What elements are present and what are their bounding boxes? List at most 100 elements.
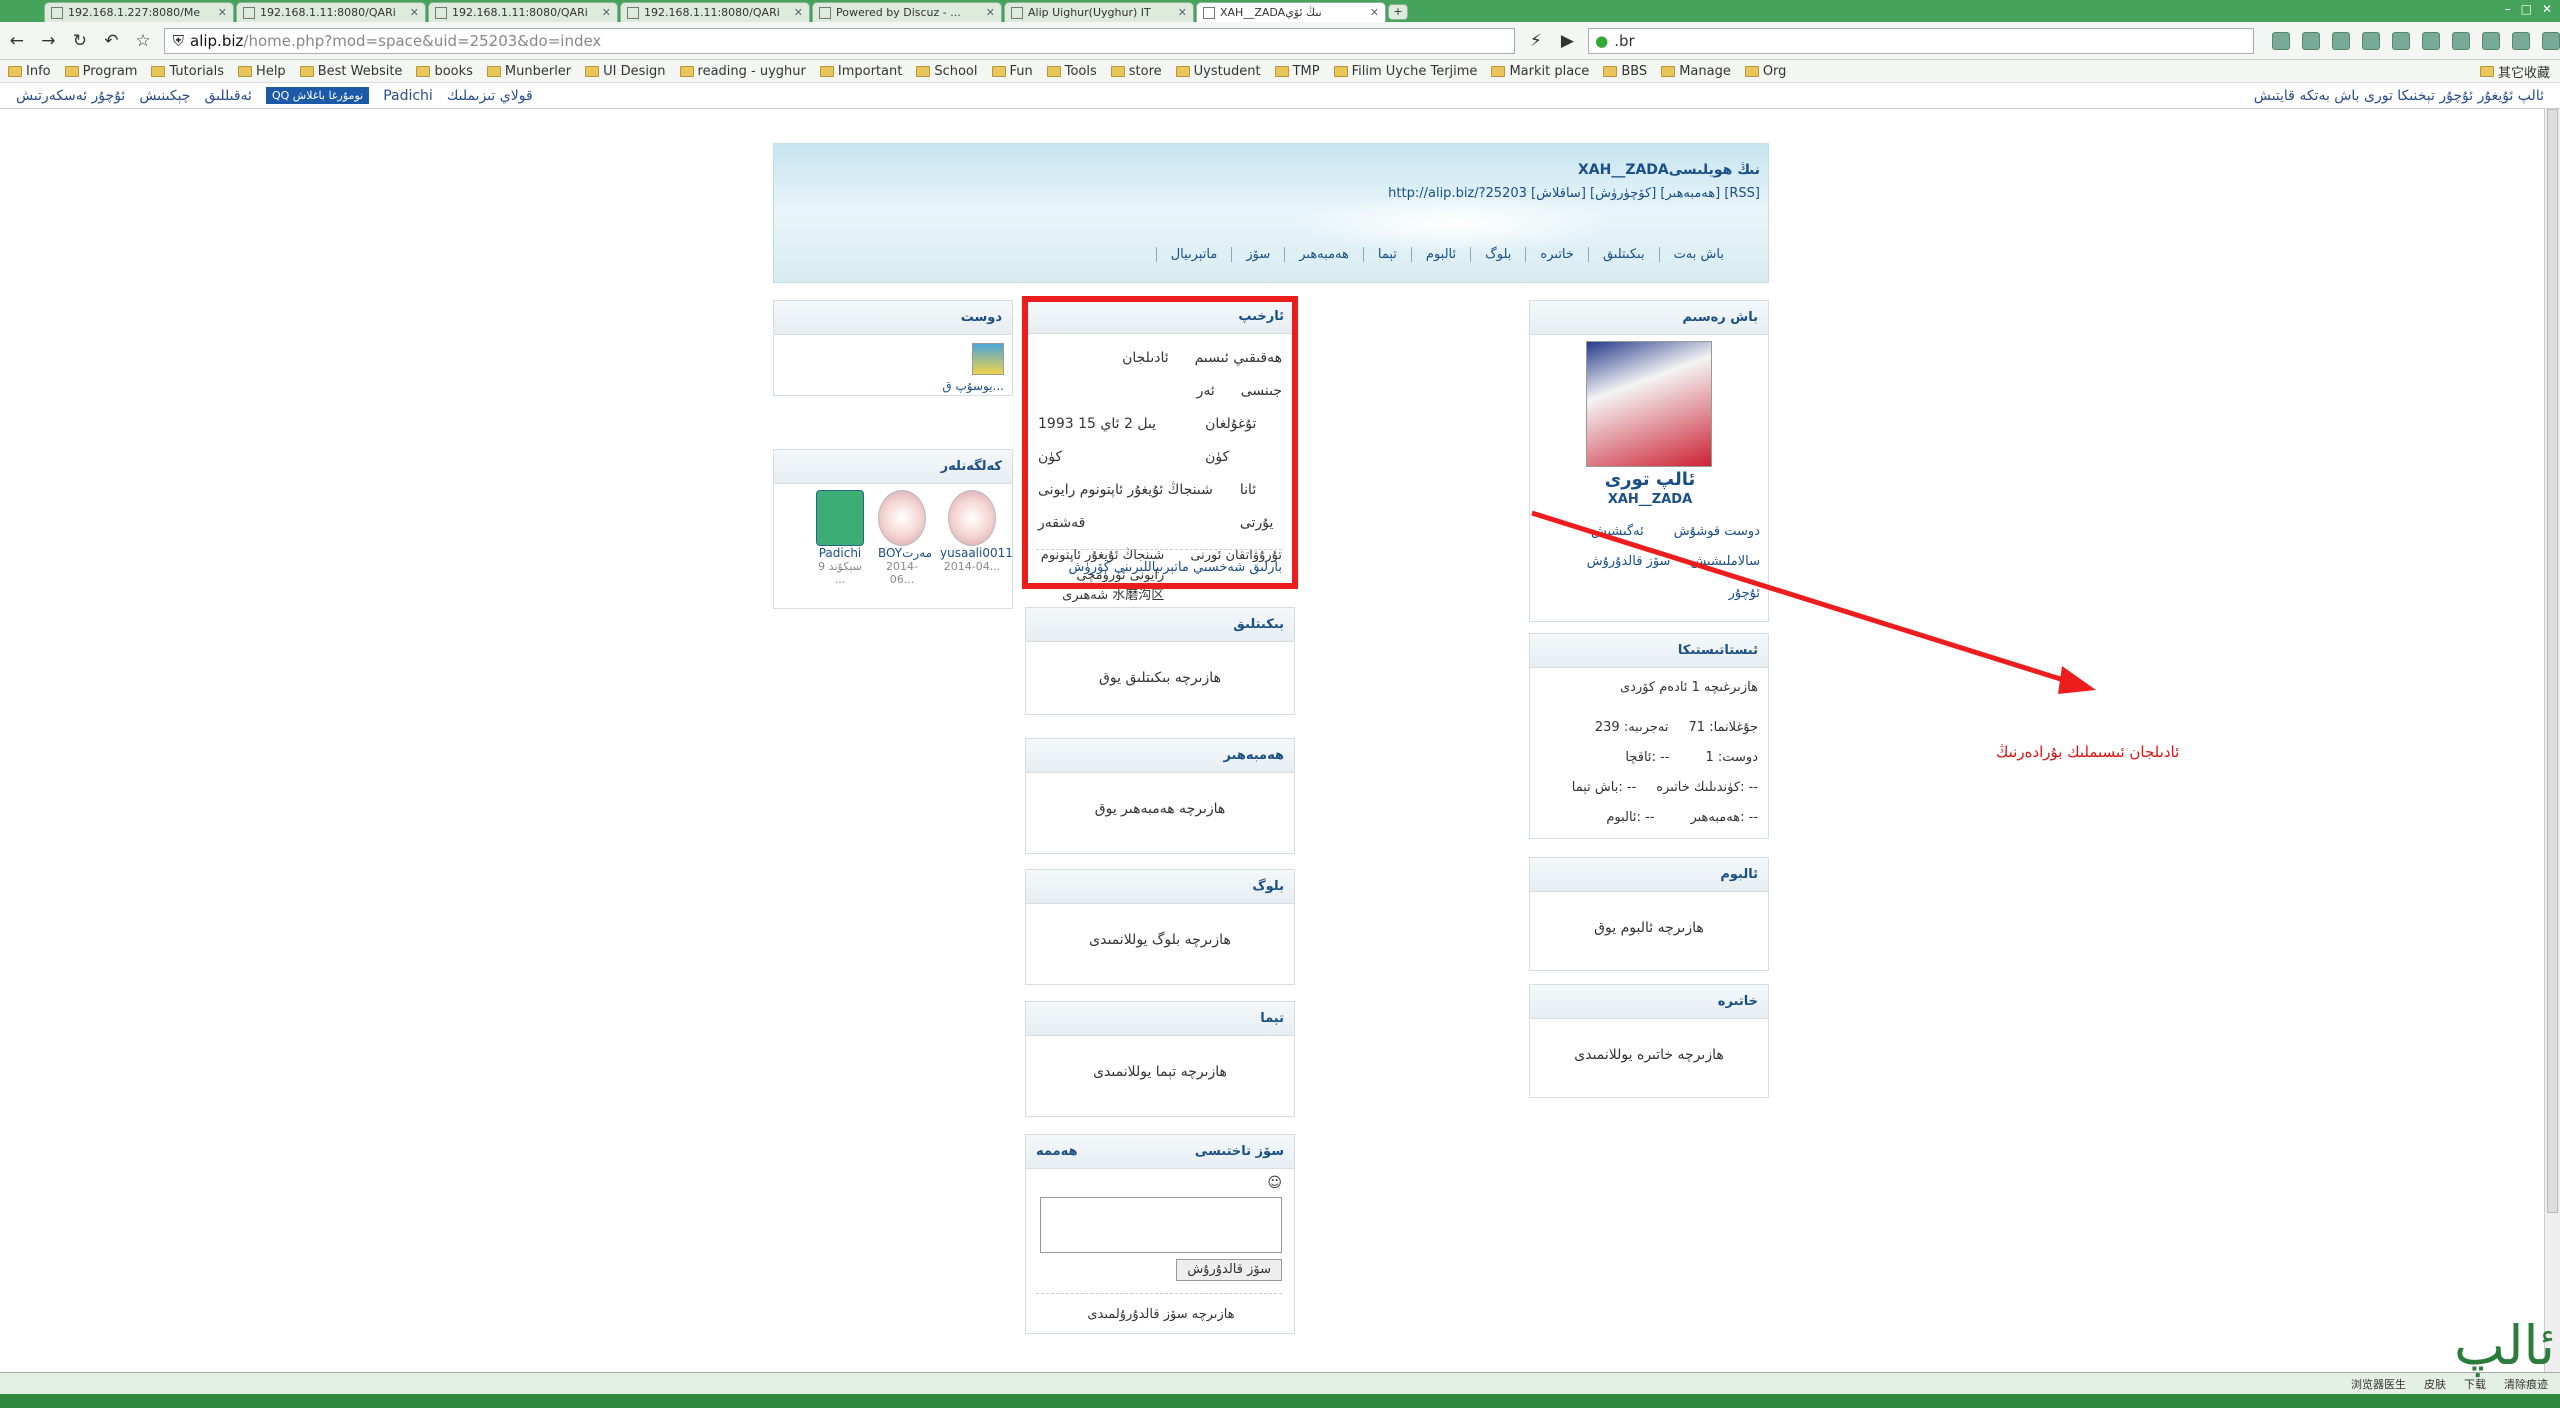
browser-tab[interactable]: 192.168.1.11:8080/QARi ✕ [620,2,810,22]
maximize-icon[interactable]: □ [2521,2,2532,16]
home-link[interactable]: ئالپ ئۇيغۇر ئۇچۇر تېخنىكا تورى باش بەتكە… [2254,88,2544,104]
bookmark-folder[interactable]: books [416,64,473,79]
status-item[interactable]: 皮肤 [2424,1376,2446,1392]
search-box[interactable]: ● .br [1588,27,2255,54]
space-links[interactable]: http://alip.biz/?25203 [ساقلاش] [كۆچۈرۈش… [1388,186,1760,201]
greet-link[interactable]: سالاملىشىش [1690,554,1760,569]
stats-themes[interactable]: باش تېما: -- [1572,780,1637,795]
browser-tab[interactable]: 192.168.1.227:8080/Me ✕ [44,2,234,22]
close-icon[interactable]: ✕ [410,6,419,19]
visitor-avatar[interactable] [878,490,926,546]
stats-shares[interactable]: ھەمبەھىر: -- [1690,810,1758,825]
bookmark-folder[interactable]: Info [8,64,51,79]
nav-doing[interactable]: بىكىتلىق [1587,247,1659,262]
diary-title[interactable]: خاتىرە [1530,985,1768,1019]
forward-icon[interactable]: → [38,30,60,52]
extension-icon[interactable] [2302,31,2321,50]
close-icon[interactable]: ✕ [602,6,611,19]
star-icon[interactable]: ☆ [132,30,154,52]
add-friend-link[interactable]: دوست قوشۇش [1674,524,1760,539]
bookmark-folder[interactable]: Tools [1046,64,1097,79]
close-icon[interactable]: ✕ [986,6,995,19]
browser-tab-active[interactable]: XAH__ZADAنىڭ ئۆي ✕ [1196,2,1386,22]
status-item[interactable]: 浏览器医生 [2351,1376,2406,1392]
extension-icon[interactable] [2362,31,2381,50]
extension-icon[interactable] [2272,31,2291,50]
page-scrollbar[interactable] [2544,109,2560,1372]
browser-tab[interactable]: Alip Uighur(Uyghur) IT ✕ [1004,2,1194,22]
smart-link[interactable]: ئەقىللىق [204,88,252,104]
nav-share[interactable]: ھەمبەھىر [1284,247,1363,262]
message-link[interactable]: ئۇچۇر [1729,586,1760,601]
new-tab-button[interactable]: + [1388,4,1408,20]
bookmark-folder[interactable]: reading - uyghur [679,64,806,79]
blog-title[interactable]: بلوگ [1026,870,1294,904]
close-icon[interactable]: ✕ [794,6,803,19]
nav-diary[interactable]: خاتىرە [1525,247,1588,262]
extension-icon[interactable] [2482,31,2501,50]
nav-thread[interactable]: تېما [1362,247,1411,262]
undo-icon[interactable]: ↶ [101,30,123,52]
browser-tab[interactable]: 192.168.1.11:8080/QARi ✕ [428,2,618,22]
browser-tab[interactable]: Powered by Discuz - ... ✕ [812,2,1002,22]
bookmark-folder[interactable]: BBS [1603,64,1647,79]
bookmark-folder[interactable]: Markit place [1491,64,1589,79]
reload-icon[interactable]: ↻ [69,30,91,52]
quick-menu[interactable]: قولاي تىزىملىك [447,88,533,104]
bookmark-folder[interactable]: Uystudent [1175,64,1261,79]
address-bar[interactable]: ⛨ alip.biz/home.php?mod=space&uid=25203&d… [163,27,1516,54]
nav-wall[interactable]: سۆز [1231,247,1284,262]
bookmark-folder[interactable]: Filim Uyche Terjime [1333,64,1477,79]
visitor-item[interactable]: yusaali0011 2014-04... [940,490,1013,586]
close-icon[interactable]: ✕ [1370,6,1379,19]
bookmark-folder[interactable]: Program [64,64,137,79]
stats-albums[interactable]: ئالبوم: -- [1606,810,1654,825]
scrollbar-thumb[interactable] [2547,109,2558,1213]
visitor-item[interactable]: Padichi 9 سېكۇند ... [816,490,864,586]
album-title[interactable]: ئالبوم [1530,858,1768,892]
bookmark-folder[interactable]: Best Website [299,64,402,79]
bookmark-folder[interactable]: store [1110,64,1162,79]
lightning-icon[interactable]: ⚡ [1525,30,1547,52]
user-link[interactable]: Padichi [383,88,433,104]
nav-profile[interactable]: ماتېرىيال [1155,247,1232,262]
extension-icon[interactable] [2332,31,2351,50]
extension-icon[interactable] [2392,31,2411,50]
bookmark-folder[interactable]: Help [238,64,286,79]
close-icon[interactable]: ✕ [218,6,227,19]
bookmark-folder[interactable]: Org [1744,64,1786,79]
go-icon[interactable]: ▶ [1557,30,1579,52]
nav-home[interactable]: باش بەت [1658,247,1738,262]
profile-username[interactable]: XAH__ZADA [1530,492,1770,507]
stats-friends[interactable]: دوست: 1 [1705,750,1758,765]
logout-link[interactable]: چېكىنىش [139,88,190,104]
notice-link[interactable]: ئۇچۇر ئەسكەرتىش [16,88,125,104]
smiley-icon[interactable]: ☺ [1267,1175,1282,1191]
bookmark-folder[interactable]: Fun [991,64,1033,79]
bookmark-folder[interactable]: School [916,64,978,79]
bookmark-folder[interactable]: Manage [1661,64,1731,79]
thread-title[interactable]: تېما [1026,1002,1294,1036]
nav-blog[interactable]: بلوگ [1470,247,1525,262]
bookmark-folder[interactable]: Munberler [486,64,571,79]
comment-all-link[interactable]: ھەممە [1036,1135,1078,1168]
doing-title[interactable]: بىكىتلىق [1026,608,1294,642]
profile-avatar[interactable] [1586,341,1712,467]
bookmark-folder[interactable]: Important [819,64,902,79]
bookmark-folder[interactable]: UI Design [585,64,666,79]
visitor-avatar[interactable] [816,490,864,546]
minimize-icon[interactable]: – [2505,2,2511,16]
back-icon[interactable]: ← [6,30,28,52]
leave-message-link[interactable]: سۆز قالدۇرۇش [1587,554,1671,569]
comment-submit-button[interactable]: سۆز قالدۇرۇش [1176,1259,1282,1281]
friends-title[interactable]: دوست [774,301,1012,335]
visitor-avatar[interactable] [948,490,996,546]
comment-textarea[interactable] [1040,1197,1282,1253]
extension-icon[interactable] [2422,31,2441,50]
friend-name[interactable]: يوسۇپ ق... [942,379,1004,393]
extension-icon[interactable] [2452,31,2471,50]
friend-avatar[interactable] [972,343,1004,375]
qq-bind-button[interactable]: QQ نومۇرغا باغلاش [265,87,370,104]
stats-diaries[interactable]: كۈندىلىك خاتىرە: -- [1656,780,1758,795]
share-title[interactable]: ھەمبەھىر [1026,739,1294,773]
